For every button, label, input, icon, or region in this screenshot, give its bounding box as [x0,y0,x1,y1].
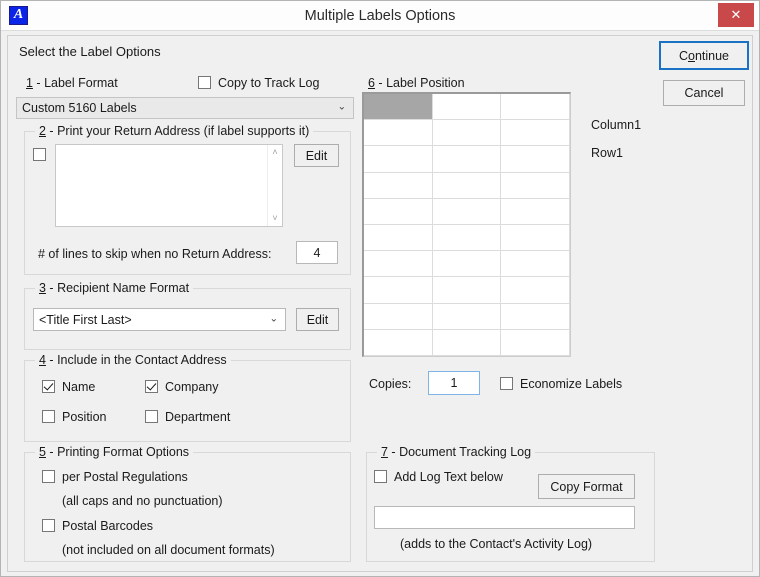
skip-lines-label: # of lines to skip when no Return Addres… [38,247,272,261]
return-address-enable-checkbox[interactable] [33,148,46,161]
section1-heading: 1 - Label Format [26,76,118,90]
scroll-up-icon[interactable]: ˄ [272,145,277,160]
window-title: Multiple Labels Options [304,8,456,24]
label-cell-r9-c2[interactable] [432,303,502,330]
label-cell-r9-c3[interactable] [501,303,570,330]
label-cell-r4-c1[interactable] [364,172,433,199]
row-readout: Row1 [591,146,623,160]
column-readout: Column1 [591,118,642,132]
add-log-text-label: Add Log Text below [394,470,503,484]
chevron-down-icon: ⌄ [337,101,346,113]
copy-format-button[interactable]: Copy Format [538,474,635,499]
include-department-label: Department [165,410,231,424]
postal-barcodes-label: Postal Barcodes [62,519,154,533]
label-cell-r3-c2[interactable] [432,146,502,173]
postal-barcodes-note: (not included on all document formats) [62,543,275,557]
label-cell-r8-c2[interactable] [432,277,502,304]
include-position-checkbox[interactable] [42,410,55,423]
label-cell-r3-c3[interactable] [501,146,570,173]
include-position-label: Position [62,410,107,424]
recipient-name-format-select[interactable]: <Title First Last> ⌄ [33,308,286,331]
recipient-name-format-value: <Title First Last> [39,312,132,327]
label-cell-r7-c3[interactable] [501,251,570,278]
edit-recipient-name-format-label: Edit [306,312,329,327]
log-text-input[interactable] [374,506,635,529]
include-name-label: Name [62,380,96,394]
return-address-textarea[interactable]: ˄ ˅ [55,144,283,227]
postal-regulations-checkbox[interactable] [42,470,55,483]
include-company-checkbox[interactable] [145,380,158,393]
copy-format-label: Copy Format [550,479,623,494]
label-cell-r10-c1[interactable] [364,329,433,356]
label-cell-r5-c2[interactable] [432,198,502,225]
copy-to-track-log-checkbox[interactable] [198,76,211,89]
skip-lines-input[interactable]: 4 [296,241,338,264]
label-cell-r1-c1[interactable] [364,94,433,121]
label-cell-r2-c3[interactable] [501,120,570,147]
continue-button[interactable]: Continue [659,41,749,70]
section4-heading: 4 - Include in the Contact Address [35,353,231,367]
section2-heading: 2 - Print your Return Address (if label … [35,124,314,138]
economize-labels-checkbox[interactable] [500,377,513,390]
multiple-labels-options-dialog: A Multiple Labels Options ✕ Select the L… [0,0,760,577]
copies-label: Copies: [369,377,412,391]
label-cell-r10-c3[interactable] [501,329,570,356]
postal-regulations-label: per Postal Regulations [62,470,188,484]
label-cell-r9-c1[interactable] [364,303,433,330]
label-cell-r10-c2[interactable] [432,329,502,356]
label-cell-r6-c3[interactable] [501,225,570,252]
label-cell-r7-c1[interactable] [364,251,433,278]
section3-heading: 3 - Recipient Name Format [35,281,194,295]
chevron-down-icon: ⌄ [269,312,278,324]
skip-lines-value: 4 [313,245,321,260]
activity-log-note: (adds to the Contact's Activity Log) [400,537,593,551]
label-cell-r2-c1[interactable] [364,120,433,147]
add-log-text-checkbox[interactable] [374,470,387,483]
cancel-button[interactable]: Cancel [663,80,745,106]
instruction-label: Select the Label Options [19,44,161,59]
copies-value: 1 [450,376,458,390]
label-cell-r6-c2[interactable] [432,225,502,252]
edit-recipient-name-format-button[interactable]: Edit [296,308,339,331]
label-cell-r5-c3[interactable] [501,198,570,225]
label-cell-r1-c2[interactable] [432,94,502,121]
section6-heading: 6 - Label Position [368,76,465,90]
label-format-value: Custom 5160 Labels [22,101,137,115]
label-cell-r5-c1[interactable] [364,198,433,225]
edit-return-address-button[interactable]: Edit [294,144,339,167]
label-position-grid[interactable] [362,92,571,357]
continue-button-label: Continue [678,48,730,63]
return-address-scrollbar[interactable]: ˄ ˅ [267,145,282,226]
copy-to-track-log-label: Copy to Track Log [218,76,320,90]
label-cell-r7-c2[interactable] [432,251,502,278]
label-cell-r8-c1[interactable] [364,277,433,304]
close-icon[interactable]: ✕ [718,3,754,27]
postal-barcodes-checkbox[interactable] [42,519,55,532]
postal-regulations-note: (all caps and no punctuation) [62,494,223,508]
dialog-body: Select the Label Options Continue Cancel… [7,35,753,572]
include-department-checkbox[interactable] [145,410,158,423]
label-cell-r6-c1[interactable] [364,225,433,252]
include-contact-address-group: 4 - Include in the Contact Address [24,353,351,442]
label-cell-r3-c1[interactable] [364,146,433,173]
label-cell-r4-c2[interactable] [432,172,502,199]
label-format-select[interactable]: Custom 5160 Labels ⌄ [16,97,354,119]
edit-return-address-label: Edit [305,148,328,163]
scroll-down-icon[interactable]: ˅ [272,211,277,226]
include-name-checkbox[interactable] [42,380,55,393]
copies-input[interactable]: 1 [428,371,480,395]
cancel-button-label: Cancel [684,86,724,100]
label-cell-r4-c3[interactable] [501,172,570,199]
label-cell-r8-c3[interactable] [501,277,570,304]
section7-heading: 7 - Document Tracking Log [377,445,536,459]
include-company-label: Company [165,380,219,394]
label-cell-r2-c2[interactable] [432,120,502,147]
economize-labels-label: Economize Labels [520,377,623,391]
section5-heading: 5 - Printing Format Options [35,445,194,459]
label-cell-r1-c3[interactable] [501,94,570,121]
title-bar: A Multiple Labels Options ✕ [1,1,759,31]
